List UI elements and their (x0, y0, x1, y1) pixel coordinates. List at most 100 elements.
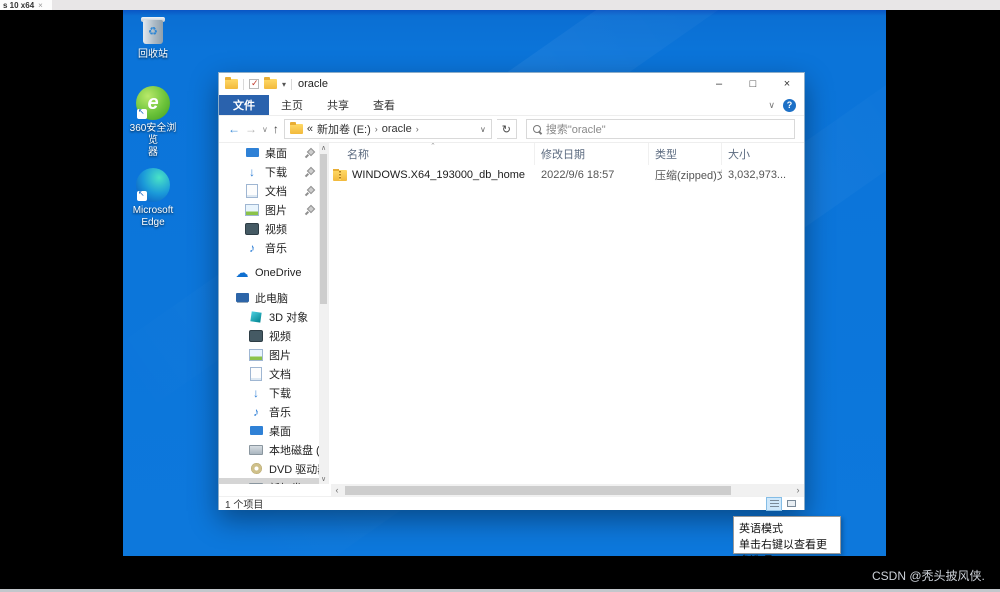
item-count: 1 个项目 (225, 496, 263, 511)
pin-icon (306, 168, 314, 176)
sidebar-item-onedrive[interactable]: ☁ OneDrive (219, 263, 328, 282)
sidebar-item-pc-music[interactable]: ♪ 音乐 (219, 402, 328, 421)
vm-tab-bar: s 10 x64 × (0, 0, 1000, 10)
sidebar-item-pc-videos[interactable]: 视频 (219, 326, 328, 345)
close-button[interactable]: × (770, 73, 804, 95)
up-button[interactable]: ↑ (273, 122, 279, 136)
sidebar-item-volume-e[interactable]: 新加卷 (E:) (219, 478, 328, 484)
sidebar-item-label: 下载 (265, 164, 287, 180)
navigation-pane: 桌面 ↓ 下载 文档 图片 (219, 143, 329, 484)
scrollbar-thumb[interactable] (345, 486, 731, 495)
quick-access-toolbar: ▾ (219, 79, 292, 90)
forward-button[interactable]: → (245, 122, 257, 136)
breadcrumb-segment-drive[interactable]: 新加卷 (E:) (317, 121, 371, 137)
sidebar-scrollbar[interactable]: ∧ ∨ (319, 143, 328, 484)
column-header-type[interactable]: 类型 (649, 143, 722, 165)
search-icon (533, 125, 541, 133)
scroll-left-icon[interactable]: ‹ (331, 485, 343, 495)
search-input[interactable]: 搜索"oracle" (526, 119, 795, 139)
table-row[interactable]: WINDOWS.X64_193000_db_home 2022/9/6 18:5… (329, 165, 804, 185)
vm-tab-close-icon[interactable]: × (38, 1, 43, 10)
title-bar[interactable]: ▾ oracle – □ × (219, 73, 804, 95)
sidebar-item-downloads[interactable]: ↓ 下载 (219, 162, 328, 181)
details-view-button[interactable] (767, 498, 781, 510)
sidebar-item-pc-documents[interactable]: 文档 (219, 364, 328, 383)
sidebar-item-label: 图片 (265, 202, 287, 218)
explorer-window: ▾ oracle – □ × 文件 主页 共享 查看 ∨ ? (218, 72, 805, 510)
file-list[interactable]: ˆ 名称 修改日期 类型 大小 WINDOWS.X64_193000_db_ho… (329, 143, 804, 484)
sidebar-item-label: 3D 对象 (269, 309, 308, 325)
scrollbar-thumb[interactable] (320, 154, 327, 304)
pin-icon (306, 187, 314, 195)
minimize-button[interactable]: – (702, 73, 736, 95)
download-icon: ↓ (245, 165, 259, 179)
shortcut-arrow-icon (137, 191, 147, 201)
properties-icon[interactable] (249, 79, 259, 89)
sidebar-item-pictures[interactable]: 图片 (219, 200, 328, 219)
tab-file[interactable]: 文件 (219, 95, 269, 115)
scroll-up-icon[interactable]: ∧ (319, 143, 328, 153)
column-header-modified[interactable]: 修改日期 (535, 143, 649, 165)
address-dropdown-icon[interactable]: ∨ (480, 125, 486, 134)
sidebar-item-label: OneDrive (255, 267, 301, 279)
scroll-right-icon[interactable]: › (792, 485, 804, 495)
onedrive-cloud-icon: ☁ (235, 266, 249, 280)
hard-disk-icon (249, 481, 263, 485)
sidebar-item-label: 文档 (269, 366, 291, 382)
picture-icon (245, 203, 259, 217)
tab-view[interactable]: 查看 (361, 95, 407, 115)
sidebar-item-this-pc[interactable]: 此电脑 (219, 288, 328, 307)
large-icons-view-button[interactable] (784, 498, 798, 510)
file-name-cell[interactable]: WINDOWS.X64_193000_db_home (329, 169, 535, 181)
breadcrumb-segment-folder[interactable]: oracle (382, 123, 412, 135)
sidebar-item-pc-pictures[interactable]: 图片 (219, 345, 328, 364)
desktop-icon-label: Microsoft Edge (133, 205, 174, 229)
desktop[interactable]: ♻ 回收站 e 360安全浏览 器 Microsoft Edge (123, 10, 886, 556)
sidebar-item-3d-objects[interactable]: 3D 对象 (219, 307, 328, 326)
breadcrumb-prefix: « (307, 123, 313, 135)
horizontal-scrollbar[interactable]: ‹ › (331, 484, 804, 496)
desktop-icon-recycle-bin[interactable]: ♻ 回收站 (125, 16, 181, 61)
tab-home[interactable]: 主页 (269, 95, 315, 115)
maximize-button[interactable]: □ (736, 73, 770, 95)
desktop-icon-microsoft-edge[interactable]: Microsoft Edge (125, 168, 181, 229)
document-icon (245, 184, 259, 198)
refresh-button[interactable]: ↻ (497, 119, 517, 139)
sidebar-item-documents[interactable]: 文档 (219, 181, 328, 200)
window-controls: – □ × (702, 73, 804, 95)
sidebar-item-label: 文档 (265, 183, 287, 199)
sidebar-item-dvd-drive-d[interactable]: DVD 驱动器 (D: (219, 459, 328, 478)
column-header-size[interactable]: 大小 (722, 143, 804, 165)
sidebar-item-pc-desktop[interactable]: 桌面 (219, 421, 328, 440)
sidebar-item-desktop[interactable]: 桌面 (219, 143, 328, 162)
help-icon[interactable]: ? (783, 99, 796, 112)
scroll-down-icon[interactable]: ∨ (319, 474, 328, 484)
column-header-name[interactable]: ˆ 名称 (329, 143, 535, 165)
file-name: WINDOWS.X64_193000_db_home (352, 169, 525, 181)
csdn-watermark: CSDN @秃头披风侠. (872, 567, 985, 584)
recent-locations-icon[interactable]: ∨ (262, 125, 268, 134)
back-button[interactable]: ← (228, 122, 240, 136)
desktop-icon-360-browser[interactable]: e 360安全浏览 器 (125, 86, 181, 159)
new-folder-icon[interactable] (264, 79, 277, 89)
separator (243, 79, 244, 90)
sidebar-item-videos[interactable]: 视频 (219, 219, 328, 238)
qat-dropdown-icon[interactable]: ▾ (282, 80, 286, 89)
zip-folder-icon (333, 170, 347, 181)
sidebar-item-music[interactable]: ♪ 音乐 (219, 238, 328, 257)
desktop-icon (245, 146, 259, 160)
sidebar-item-pc-downloads[interactable]: ↓ 下载 (219, 383, 328, 402)
sidebar-item-local-disk-c[interactable]: 本地磁盘 (C:) (219, 440, 328, 459)
breadcrumb[interactable]: « 新加卷 (E:) › oracle › ∨ (284, 119, 492, 139)
ribbon-tabs: 文件 主页 共享 查看 ∨ ? (219, 95, 804, 116)
tab-share[interactable]: 共享 (315, 95, 361, 115)
sidebar-item-label: 图片 (269, 347, 291, 363)
vm-tab[interactable]: s 10 x64 × (0, 0, 52, 10)
ime-tooltip: 英语模式 单击右键以查看更多选项 (733, 516, 841, 554)
file-type: 压缩(zipped)文件... (649, 167, 722, 183)
music-icon: ♪ (245, 241, 259, 255)
expand-ribbon-icon[interactable]: ∨ (768, 100, 775, 111)
search-placeholder: 搜索"oracle" (546, 121, 606, 137)
address-bar: ← → ∨ ↑ « 新加卷 (E:) › oracle › ∨ ↻ 搜索"ora… (219, 116, 804, 143)
hard-disk-icon (249, 443, 263, 457)
